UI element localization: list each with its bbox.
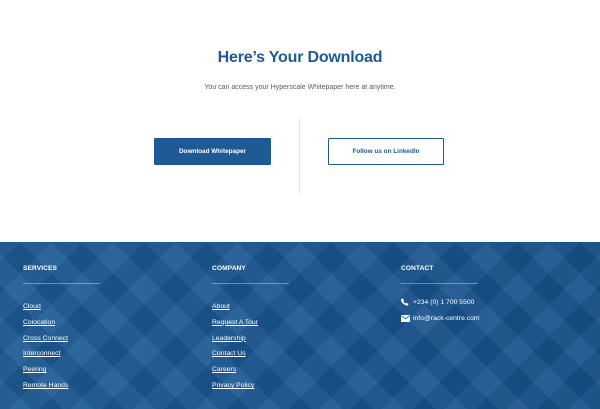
download-whitepaper-button[interactable]: Download Whitepaper	[154, 138, 271, 165]
footer-link-about[interactable]: About	[212, 303, 230, 310]
heading-underline	[212, 283, 289, 284]
company-link-list: About Request A Tour Leadership Contact …	[212, 295, 258, 390]
footer-heading-contact: CONTACT	[401, 265, 434, 272]
footer-link-privacy-policy[interactable]: Privacy Policy	[212, 382, 254, 389]
follow-linkedin-button[interactable]: Follow us on LinkedIn	[328, 138, 444, 165]
footer-link-interconnect[interactable]: Interconnect	[23, 350, 60, 357]
envelope-icon	[401, 314, 411, 322]
footer-link-contact-us[interactable]: Contact Us	[212, 350, 246, 357]
email-address[interactable]: info@rack-centre.com	[413, 315, 480, 322]
footer-link-request-a-tour[interactable]: Request A Tour	[212, 319, 258, 326]
page-title: Here’s Your Download	[217, 49, 383, 66]
footer-link-peering[interactable]: Peering	[23, 366, 46, 373]
phone-icon	[401, 298, 411, 306]
phone-number[interactable]: +234 (0) 1 700 5500	[413, 299, 474, 306]
heading-underline	[401, 283, 478, 284]
footer-link-leadership[interactable]: Leadership	[212, 335, 246, 342]
download-section: Here’s Your Download You can access your…	[0, 0, 600, 242]
contact-list: +234 (0) 1 700 5500 info@rack-centre.com	[401, 294, 480, 326]
heading-underline	[23, 283, 100, 284]
services-link-list: Cloud Colocation Cross Connect Interconn…	[23, 295, 68, 390]
contact-email: info@rack-centre.com	[401, 310, 480, 326]
contact-phone: +234 (0) 1 700 5500	[401, 294, 480, 310]
vertical-divider	[299, 119, 300, 193]
site-footer: SERVICES Cloud Colocation Cross Connect …	[0, 242, 600, 409]
footer-link-colocation[interactable]: Colocation	[23, 319, 55, 326]
footer-link-cross-connect[interactable]: Cross Connect	[23, 335, 68, 342]
footer-link-remote-hands[interactable]: Remote Hands	[23, 382, 68, 389]
footer-heading-company: COMPANY	[212, 265, 246, 272]
footer-link-cloud[interactable]: Cloud	[23, 303, 41, 310]
footer-link-careers[interactable]: Careers	[212, 366, 236, 373]
page-subtitle: You can access your Hyperscale Whitepape…	[204, 84, 396, 91]
footer-heading-services: SERVICES	[23, 265, 58, 272]
